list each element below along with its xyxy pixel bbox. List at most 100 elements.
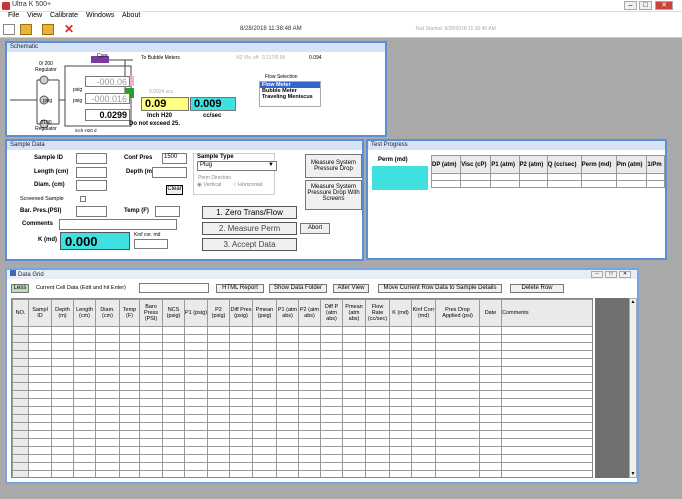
grid-cell[interactable] — [207, 462, 230, 471]
grid-cell[interactable] — [389, 430, 412, 439]
grid-cell[interactable] — [501, 326, 592, 335]
grid-cell[interactable] — [229, 342, 253, 351]
grid-cell[interactable] — [95, 390, 120, 399]
kinf-input[interactable] — [134, 239, 168, 249]
grid-cell[interactable] — [276, 342, 299, 351]
grid-area[interactable]: NO. Sampl ID Depth (m) Length (cm) Diam.… — [11, 298, 593, 478]
grid-cell[interactable] — [119, 342, 140, 351]
grid-cell[interactable] — [184, 430, 208, 439]
grid-cell[interactable] — [207, 470, 230, 477]
grid-cell[interactable] — [162, 406, 185, 415]
grid-cell[interactable] — [162, 382, 185, 391]
grid-cell[interactable] — [73, 390, 96, 399]
clear-button[interactable]: Clear — [166, 185, 183, 195]
grid-cell[interactable] — [229, 390, 253, 399]
grid-cell[interactable] — [298, 366, 321, 375]
grid-cell[interactable] — [119, 334, 140, 343]
grid-cell[interactable] — [252, 334, 277, 343]
row-header-cell[interactable] — [12, 406, 29, 415]
grid-cell[interactable] — [73, 470, 96, 477]
grid-cell[interactable] — [95, 326, 120, 335]
grid-cell[interactable] — [162, 390, 185, 399]
grid-cell[interactable] — [501, 366, 592, 375]
grid-cell[interactable] — [28, 438, 52, 447]
table-row[interactable] — [12, 406, 592, 415]
grid-cell[interactable] — [365, 342, 390, 351]
grid-cell[interactable] — [73, 350, 96, 359]
grid-cell[interactable] — [342, 382, 366, 391]
grid-cell[interactable] — [501, 446, 592, 455]
grid-cell[interactable] — [229, 382, 253, 391]
grid-cell[interactable] — [501, 334, 592, 343]
grid-cell[interactable] — [411, 382, 436, 391]
grid-col-p2-psig[interactable]: P2 (psig) — [207, 299, 230, 327]
grid-cell[interactable] — [320, 470, 343, 477]
grid-cell[interactable] — [389, 334, 412, 343]
grid-cell[interactable] — [276, 422, 299, 431]
grid-cell[interactable] — [119, 366, 140, 375]
grid-cell[interactable] — [320, 430, 343, 439]
grid-cell[interactable] — [229, 462, 253, 471]
grid-col-pmean-psig[interactable]: Pmean (psig) — [252, 299, 277, 327]
grid-cell[interactable] — [365, 398, 390, 407]
grid-cell[interactable] — [298, 390, 321, 399]
grid-cell[interactable] — [119, 374, 140, 383]
grid-cell[interactable] — [51, 374, 74, 383]
row-header-cell[interactable] — [12, 462, 29, 471]
grid-cell[interactable] — [365, 462, 390, 471]
grid-cell[interactable] — [51, 454, 74, 463]
delete-row-button[interactable]: Delete Row — [510, 284, 564, 293]
diam-input[interactable] — [76, 180, 107, 191]
grid-cell[interactable] — [252, 382, 277, 391]
grid-cell[interactable] — [207, 454, 230, 463]
grid-cell[interactable] — [162, 462, 185, 471]
html-report-button[interactable]: HTML Report — [216, 284, 264, 293]
grid-cell[interactable] — [411, 350, 436, 359]
table-row[interactable] — [12, 454, 592, 463]
move-row-data-button[interactable]: Move Current Row Data to Sample Details — [378, 284, 502, 293]
grid-cell[interactable] — [389, 414, 412, 423]
grid-cell[interactable] — [501, 430, 592, 439]
grid-cell[interactable] — [276, 374, 299, 383]
grid-cell[interactable] — [365, 326, 390, 335]
grid-cell[interactable] — [207, 422, 230, 431]
grid-cell[interactable] — [119, 382, 140, 391]
grid-cell[interactable] — [479, 374, 502, 383]
grid-cell[interactable] — [73, 382, 96, 391]
grid-cell[interactable] — [119, 454, 140, 463]
grid-cell[interactable] — [276, 326, 299, 335]
grid-cell[interactable] — [119, 470, 140, 477]
grid-cell[interactable] — [411, 470, 436, 477]
grid-col-no[interactable]: NO. — [12, 299, 29, 327]
temp-input[interactable] — [155, 206, 180, 217]
grid-cell[interactable] — [411, 406, 436, 415]
grid-cell[interactable] — [139, 382, 163, 391]
delete-icon[interactable]: ✕ — [64, 22, 74, 36]
grid-cell[interactable] — [95, 366, 120, 375]
grid-cell[interactable] — [389, 350, 412, 359]
less-button[interactable]: Less — [11, 284, 29, 293]
grid-cell[interactable] — [229, 374, 253, 383]
grid-cell[interactable] — [184, 358, 208, 367]
grid-cell[interactable] — [342, 366, 366, 375]
grid-cell[interactable] — [411, 422, 436, 431]
grid-cell[interactable] — [501, 382, 592, 391]
grid-cell[interactable] — [479, 470, 502, 477]
table-row[interactable] — [12, 462, 592, 471]
grid-cell[interactable] — [73, 422, 96, 431]
grid-cell[interactable] — [95, 462, 120, 471]
grid-cell[interactable] — [184, 374, 208, 383]
grid-cell[interactable] — [411, 342, 436, 351]
scroll-down-icon[interactable]: ▼ — [630, 471, 636, 477]
grid-cell[interactable] — [501, 342, 592, 351]
grid-cell[interactable] — [435, 382, 480, 391]
grid-cell[interactable] — [139, 390, 163, 399]
grid-cell[interactable] — [252, 358, 277, 367]
conf-pres-input[interactable]: 1500 — [162, 153, 187, 164]
grid-cell[interactable] — [479, 350, 502, 359]
grid-cell[interactable] — [229, 470, 253, 477]
grid-cell[interactable] — [365, 438, 390, 447]
grid-cell[interactable] — [73, 342, 96, 351]
grid-cell[interactable] — [298, 446, 321, 455]
grid-cell[interactable] — [365, 382, 390, 391]
